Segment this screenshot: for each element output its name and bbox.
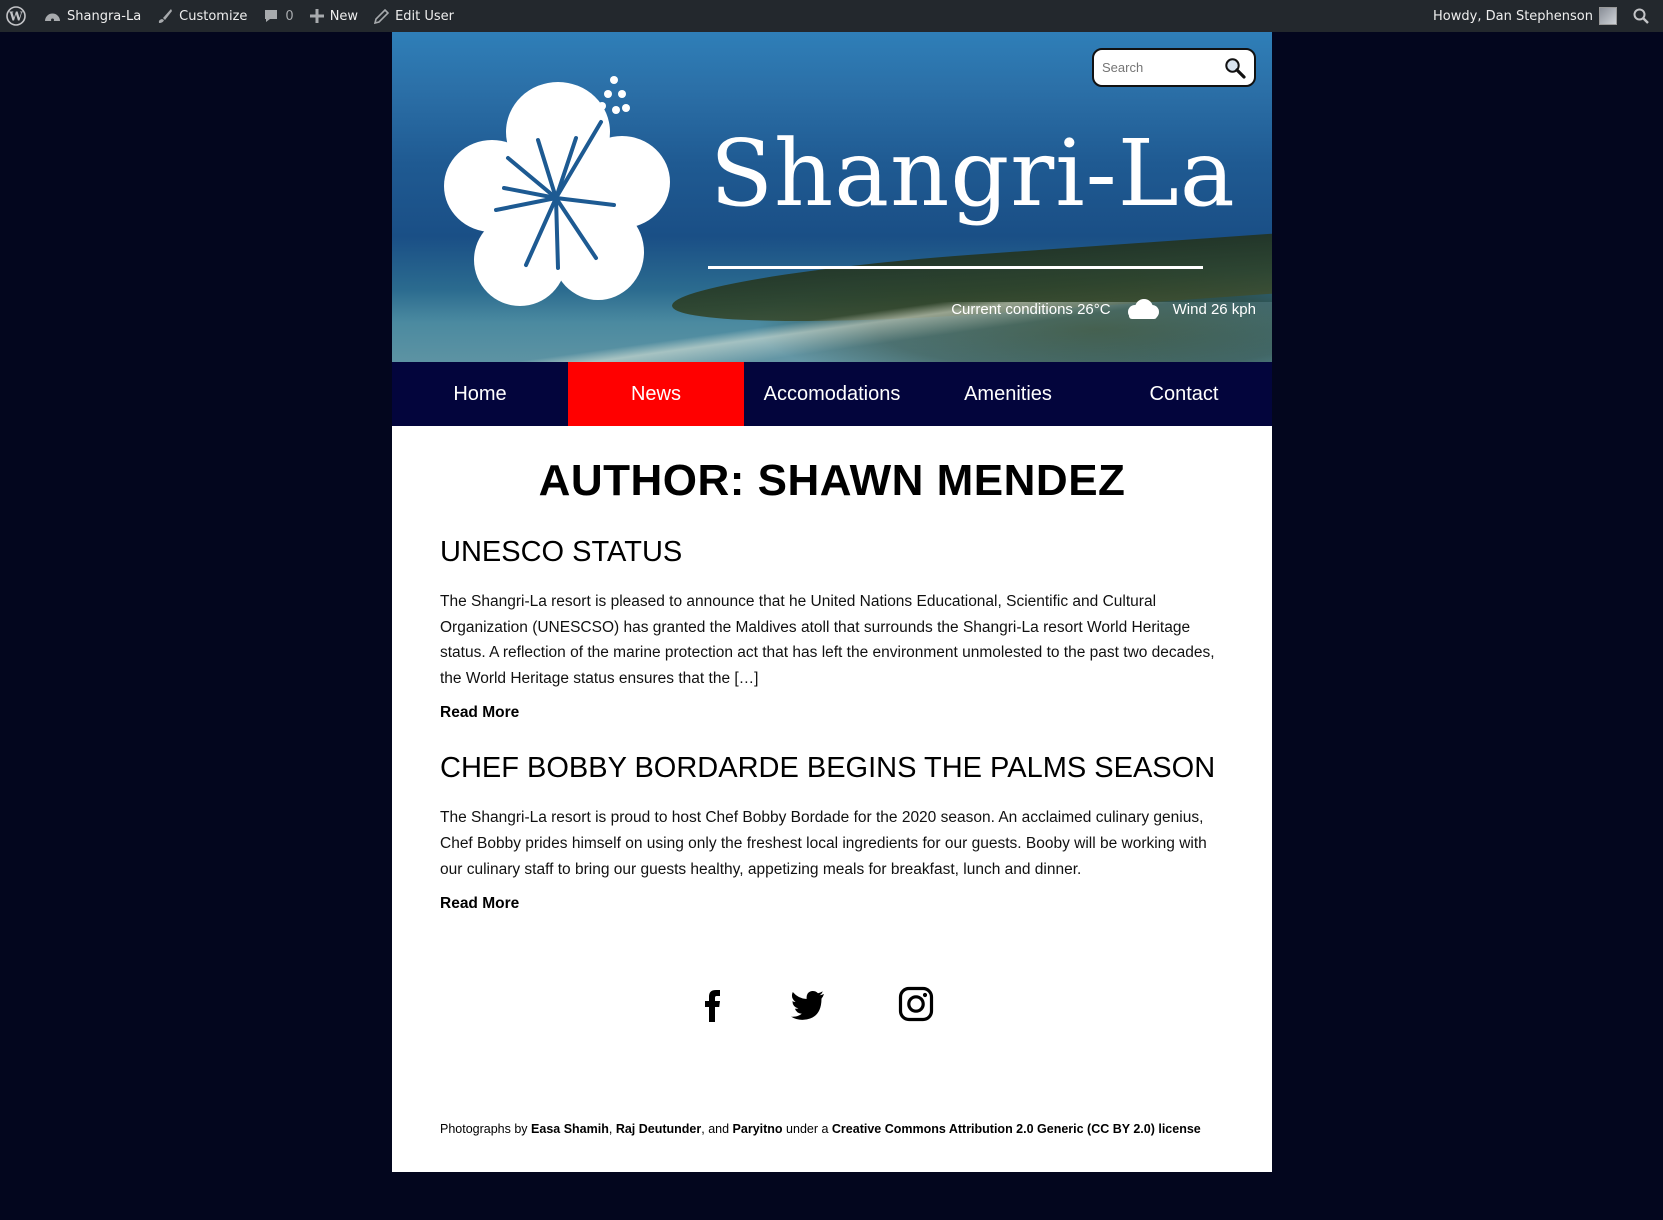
credit-link-raj[interactable]: Raj Deutunder: [616, 1122, 701, 1136]
nav-item-accomodations[interactable]: Accomodations: [744, 362, 920, 426]
post-title[interactable]: CHEF BOBBY BORDARDE BEGINS THE PALMS SEA…: [440, 752, 1224, 785]
wordpress-logo-icon[interactable]: W: [0, 0, 36, 32]
new-content-link[interactable]: New: [302, 0, 366, 32]
dashboard-icon: [45, 13, 60, 22]
customize-label: Customize: [179, 8, 248, 24]
nav-item-amenities[interactable]: Amenities: [920, 362, 1096, 426]
page-container: Shangri-La Current conditions 26°C Wind …: [392, 32, 1272, 1172]
cloud-icon: [1127, 299, 1159, 319]
social-links: [392, 984, 1272, 1034]
credits-sep: ,: [608, 1122, 616, 1136]
search-icon[interactable]: [1224, 57, 1246, 79]
comment-icon: [265, 10, 278, 22]
post-excerpt: The Shangri-La resort is pleased to anno…: [440, 593, 1215, 687]
admin-bar: W Shangra-La Customize 0 New Edit User H…: [0, 0, 1663, 32]
user-account-menu[interactable]: Howdy, Dan Stephenson: [1425, 0, 1625, 32]
comments-link[interactable]: 0: [255, 0, 301, 32]
svg-text:W: W: [8, 10, 23, 24]
nav-item-news[interactable]: News: [568, 362, 744, 426]
post-item: UNESCO STATUS The Shangri-La resort is p…: [440, 536, 1224, 722]
header-banner: Shangri-La Current conditions 26°C Wind …: [392, 32, 1272, 362]
photo-credits: Photographs by Easa Shamih, Raj Deutunde…: [440, 1122, 1201, 1136]
edit-user-label: Edit User: [395, 8, 455, 24]
site-title[interactable]: Shangri-La: [710, 128, 1236, 220]
edit-user-link[interactable]: Edit User: [366, 0, 462, 32]
customize-link[interactable]: Customize: [149, 0, 255, 32]
search-input[interactable]: [1102, 60, 1220, 75]
credit-link-easa[interactable]: Easa Shamih: [531, 1122, 609, 1136]
plus-icon: [309, 9, 324, 23]
comments-count: 0: [285, 8, 294, 24]
read-more-link[interactable]: Read More: [440, 895, 519, 913]
read-more-link[interactable]: Read More: [440, 704, 519, 722]
avatar: [1599, 7, 1617, 25]
post-item: CHEF BOBBY BORDARDE BEGINS THE PALMS SEA…: [440, 752, 1224, 913]
wind-speed: Wind 26 kph: [1172, 300, 1256, 318]
main-navigation: Home News Accomodations Amenities Contac…: [392, 362, 1272, 426]
credits-sep: , and: [701, 1122, 733, 1136]
current-conditions: Current conditions 26°C: [951, 300, 1111, 318]
search-form: [1092, 48, 1256, 87]
facebook-icon[interactable]: [692, 984, 732, 1024]
post-title[interactable]: UNESCO STATUS: [440, 536, 1224, 569]
post-excerpt: The Shangri-La resort is proud to host C…: [440, 809, 1207, 878]
nav-item-contact[interactable]: Contact: [1096, 362, 1272, 426]
nav-item-home[interactable]: Home: [392, 362, 568, 426]
page-title: AUTHOR: SHAWN MENDEZ: [538, 456, 1126, 505]
credit-link-paryitno[interactable]: Paryitno: [733, 1122, 783, 1136]
instagram-icon[interactable]: [896, 984, 936, 1024]
hibiscus-logo-icon: [444, 76, 670, 306]
pencil-icon: [374, 8, 390, 24]
site-name-label: Shangra-La: [67, 8, 142, 24]
twitter-icon[interactable]: [788, 984, 828, 1024]
admin-search-icon[interactable]: [1625, 0, 1663, 32]
credits-mid: under a: [782, 1122, 832, 1136]
credits-prefix: Photographs by: [440, 1122, 532, 1136]
title-underline: [708, 266, 1203, 269]
howdy-label: Howdy, Dan Stephenson: [1433, 8, 1593, 24]
main-content: AUTHOR: SHAWN MENDEZ UNESCO STATUS The S…: [440, 426, 1224, 913]
license-link[interactable]: Creative Commons Attribution 2.0 Generic…: [832, 1122, 1201, 1136]
new-label: New: [329, 8, 359, 24]
brush-icon: [158, 9, 173, 23]
weather-widget: Current conditions 26°C Wind 26 kph: [951, 298, 1256, 320]
site-name-link[interactable]: Shangra-La: [36, 0, 149, 32]
